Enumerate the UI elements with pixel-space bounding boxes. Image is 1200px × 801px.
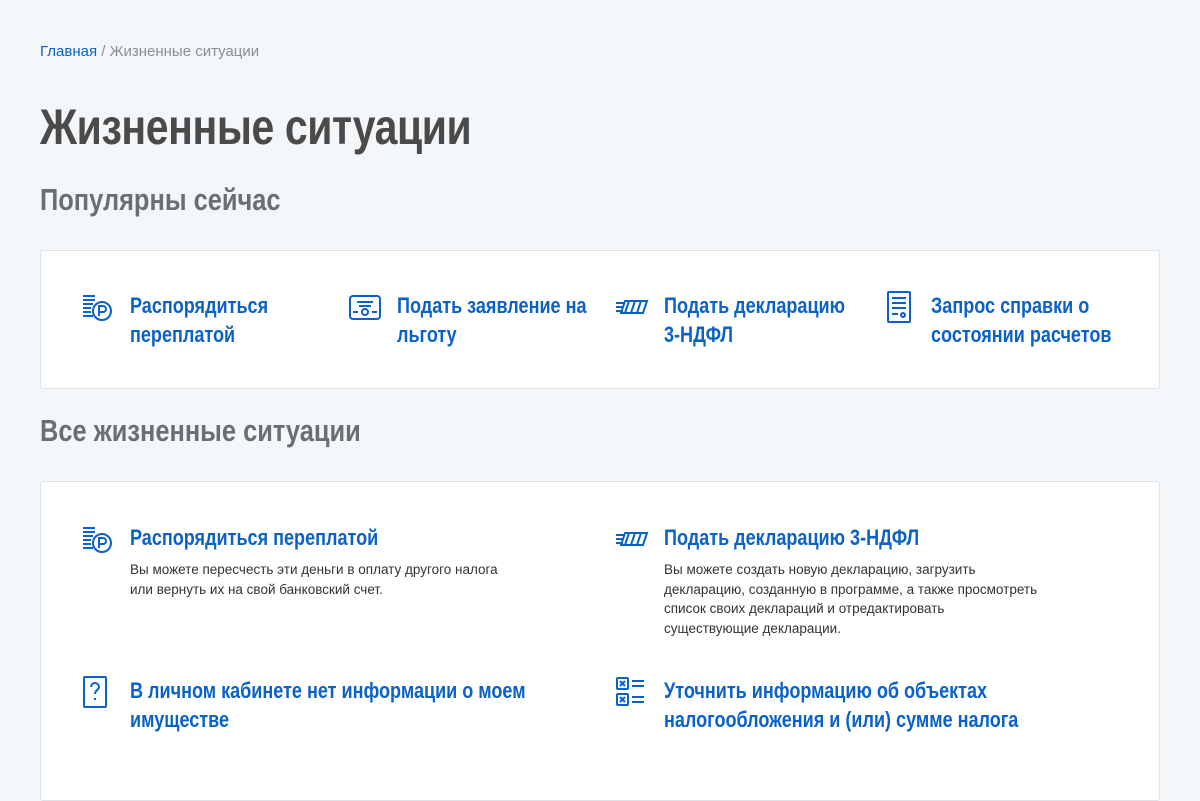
popular-item-title: Подать декларацию [664, 293, 846, 318]
popular-item-overpayment[interactable]: Распорядиться переплатой [81, 291, 298, 349]
description-line: или вернуть их на свой банковский счет. [130, 581, 383, 597]
description-line: декларацию, созданную в программе, а так… [664, 581, 1038, 597]
popular-item-title: Распорядиться [130, 293, 269, 318]
popular-card: Распорядиться переплатой Подать заявление… [40, 250, 1160, 389]
situation-title: В личном кабинете нет информации о моем [130, 678, 526, 703]
situation-no-property-info[interactable]: В личном кабинете нет информации о моем и… [81, 676, 612, 734]
description-line: Вы можете создать новую декларацию, загр… [664, 562, 976, 577]
situation-title: Уточнить информацию об объектах [664, 678, 988, 703]
breadcrumb-separator: / [97, 43, 110, 60]
description-line: существующие декларации. [664, 620, 841, 636]
popular-item-title-line2: льготу [397, 322, 457, 347]
breadcrumb-current: Жизненные ситуации [109, 43, 260, 60]
situation-title: Подать декларацию 3-НДФЛ [664, 525, 920, 550]
popular-item-title-line2: 3-НДФЛ [664, 322, 734, 347]
question-icon [81, 676, 115, 710]
breadcrumb: Главная / Жизненные ситуации [40, 43, 259, 60]
situation-title-line2: имуществе [130, 707, 230, 732]
document-list-icon [882, 291, 916, 325]
popular-heading: Популярны сейчас [40, 182, 281, 217]
stack-documents-icon [615, 523, 649, 557]
stack-documents-icon [615, 291, 649, 325]
popular-item-title: Запрос справки о [931, 293, 1090, 318]
page-title: Жизненные ситуации [40, 99, 472, 155]
situation-title: Распорядиться переплатой [130, 525, 379, 550]
checklist-icon [615, 676, 649, 710]
all-situations-card: Распорядиться переплатой Вы можете перес… [40, 481, 1160, 801]
popular-item-title-line2: переплатой [130, 322, 236, 347]
popular-item-title-line2: состоянии расчетов [931, 322, 1112, 347]
popular-item-certificate-request[interactable]: Запрос справки о состоянии расчетов [882, 291, 1151, 349]
popular-item-benefit[interactable]: Подать заявление на льготу [348, 291, 628, 349]
situation-description: Вы можете создать новую декларацию, загр… [664, 560, 1037, 638]
certificate-icon [348, 291, 382, 325]
situation-overpayment[interactable]: Распорядиться переплатой Вы можете перес… [81, 523, 498, 599]
all-situations-heading: Все жизненные ситуации [40, 413, 361, 448]
popular-item-title: Подать заявление на [397, 293, 587, 318]
coins-ruble-icon [81, 523, 115, 557]
situation-clarify-tax-objects[interactable]: Уточнить информацию об объектах налогообл… [615, 676, 1096, 734]
coins-ruble-icon [81, 291, 115, 325]
popular-item-declaration[interactable]: Подать декларацию 3-НДФЛ [615, 291, 885, 349]
description-line: список своих деклараций и отредактироват… [664, 601, 945, 616]
description-line: Вы можете пересчесть эти деньги в оплату… [130, 562, 498, 577]
situation-title-line2: налогообложения и (или) сумме налога [664, 707, 1019, 732]
situation-description: Вы можете пересчесть эти деньги в оплату… [130, 560, 498, 599]
breadcrumb-home-link[interactable]: Главная [40, 43, 97, 60]
situation-declaration[interactable]: Подать декларацию 3-НДФЛ Вы можете созда… [615, 523, 1037, 638]
